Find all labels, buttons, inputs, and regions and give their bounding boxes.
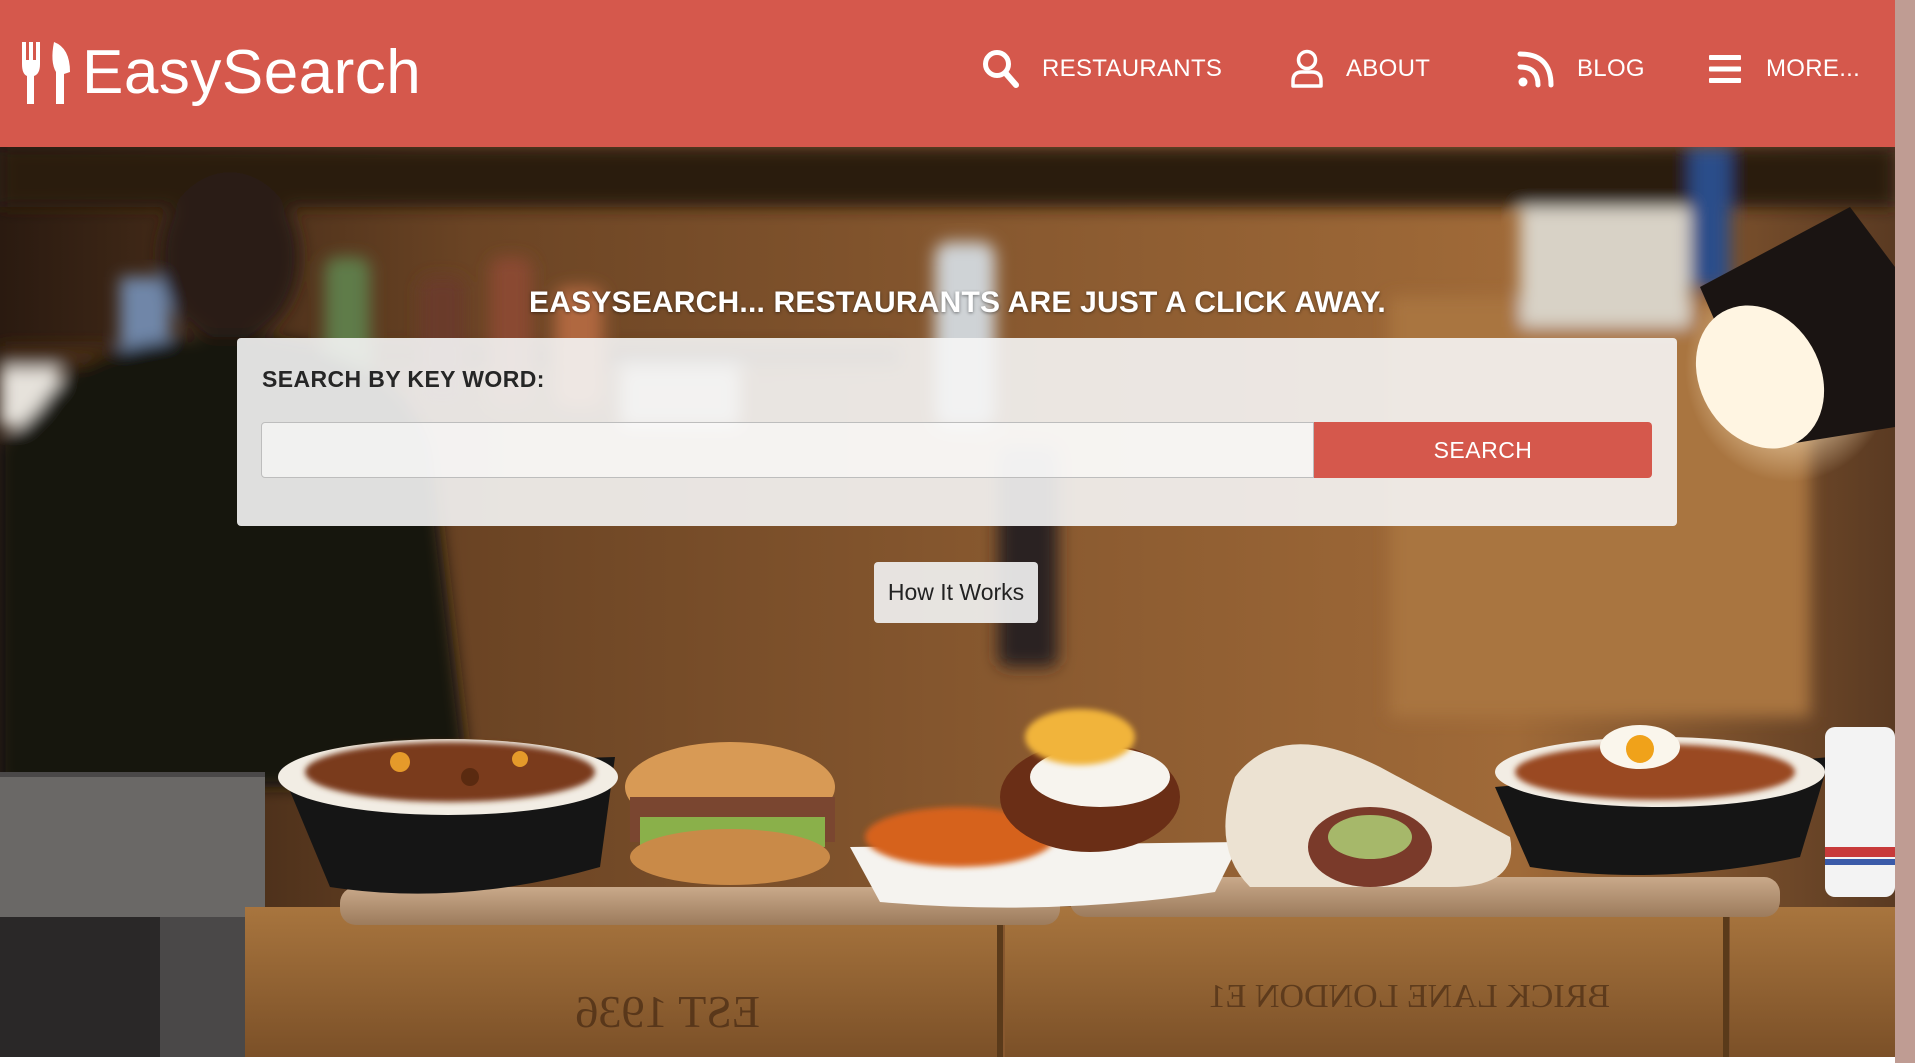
search-input[interactable] <box>261 422 1314 478</box>
search-panel: SEARCH BY KEY WORD: SEARCH <box>237 338 1677 526</box>
rss-icon <box>1517 50 1555 88</box>
fork-knife-icon <box>20 42 74 104</box>
nav-restaurants[interactable]: RESTAURANTS <box>982 46 1222 92</box>
nav-restaurants-label: RESTAURANTS <box>1042 55 1223 82</box>
search-button[interactable]: SEARCH <box>1314 422 1652 478</box>
search-label: SEARCH BY KEY WORD: <box>262 366 545 392</box>
nav-about[interactable]: ABOUT <box>1290 46 1430 92</box>
how-it-works-button[interactable]: How It Works <box>874 562 1038 623</box>
brand-name: EasySearch <box>82 38 422 107</box>
crate-stamp-left: EST 1936 <box>576 986 760 1037</box>
user-icon <box>1290 49 1324 89</box>
search-icon <box>982 49 1020 89</box>
nav-more-label: MORE... <box>1766 55 1861 82</box>
top-navbar: EasySearch RESTAURANTS ABOUT BLOG MORE..… <box>0 0 1895 147</box>
page-scrollbar[interactable] <box>1895 0 1915 1063</box>
hero-headline: EASYSEARCH... RESTAURANTS ARE JUST A CLI… <box>529 286 1386 319</box>
hamburger-menu-icon <box>1708 54 1742 84</box>
brand-logo-link[interactable]: EasySearch <box>20 40 421 106</box>
crate-stamp-right: BRICK LANE LONDON E1 <box>1209 978 1610 1015</box>
nav-about-label: ABOUT <box>1346 55 1431 82</box>
nav-blog[interactable]: BLOG <box>1517 46 1645 92</box>
nav-more[interactable]: MORE... <box>1708 46 1860 92</box>
page: EST 1936 BRICK LANE LONDON E1 EasySearch… <box>0 0 1915 1063</box>
nav-blog-label: BLOG <box>1577 55 1645 82</box>
